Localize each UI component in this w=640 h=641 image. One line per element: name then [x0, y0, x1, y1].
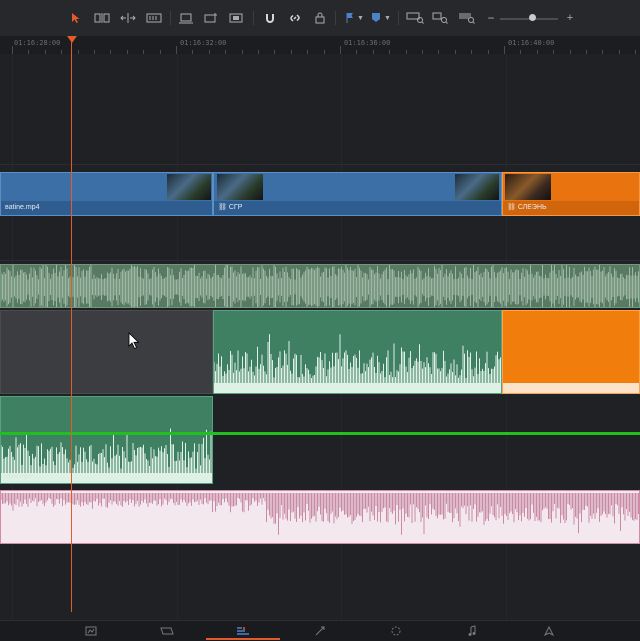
linked-selection-icon[interactable] [287, 10, 303, 26]
snapping-magnet-icon[interactable] [262, 10, 278, 26]
audio-clip[interactable] [213, 310, 502, 394]
position-lock-icon[interactable] [312, 10, 328, 26]
waveform-base [503, 383, 639, 393]
blade-icon[interactable] [146, 10, 162, 26]
track-divider [0, 260, 640, 261]
clip-thumbnail [167, 174, 211, 200]
zoom-custom-icon[interactable] [458, 10, 476, 26]
clip-thumbnail [505, 174, 551, 200]
ruler-timecode: 01:16:40:00 [508, 39, 555, 47]
track-divider [0, 164, 640, 165]
video-clip[interactable]: ⛓ СЛЕЭНЬ [502, 172, 640, 216]
zoom-slider-thumb[interactable] [529, 14, 536, 21]
overwrite-clip-icon[interactable] [203, 10, 219, 26]
timeline-tracks[interactable]: вatine.mp4 ⛓ СГР ⛓ СЛЕЭНЬ аtline.mp4 [0, 54, 640, 620]
video-clip-label: СГР [228, 204, 243, 211]
audio-clip[interactable] [502, 310, 640, 394]
video-clip-label-row: ⛓ СГР [214, 201, 501, 215]
toolbar-separator [398, 11, 399, 25]
waveform-base [1, 473, 212, 483]
toolbar-separator [170, 11, 171, 25]
video-clip[interactable]: вatine.mp4 [0, 172, 213, 216]
audio-waveform [1, 493, 639, 535]
flag-icon[interactable] [342, 10, 358, 26]
audio-waveform [1, 265, 639, 307]
ruler-tick [504, 46, 505, 54]
audio-clip[interactable] [0, 490, 640, 544]
audio-waveform [214, 334, 501, 393]
waveform-path [1, 265, 639, 307]
timecode-ruler[interactable]: 01:16:28:00 01:16:32:00 01:16:36:00 01:1… [0, 36, 640, 55]
audio-clip-label: аtline.mp4 [4, 474, 32, 480]
dynamic-trim-icon[interactable] [120, 10, 136, 26]
ruler-tick [12, 46, 13, 54]
marker-icon[interactable] [368, 10, 384, 26]
insert-clip-icon[interactable] [178, 10, 194, 26]
page-navigation-bar [0, 620, 640, 641]
ruler-timecode: 01:16:28:00 [14, 39, 61, 47]
video-clip-label: вatine.mp4 [1, 201, 212, 215]
video-clip[interactable]: ⛓ СГР [213, 172, 502, 216]
link-icon: ⛓ [218, 204, 229, 211]
zoom-in-button[interactable]: + [562, 10, 578, 26]
video-clip-label-row: ⛓ СЛЕЭНЬ [503, 201, 639, 215]
deliver-page-icon[interactable] [542, 624, 556, 638]
audio-clip[interactable] [0, 264, 640, 308]
media-page-icon[interactable] [84, 624, 98, 638]
toolbar-separator [253, 11, 254, 25]
playhead-handle[interactable] [67, 36, 77, 43]
playhead-line[interactable] [71, 36, 72, 612]
waveform-base [214, 383, 501, 393]
audio-clip[interactable]: аtline.mp4 [0, 396, 213, 484]
ruler-tick [176, 46, 177, 54]
toolbar-separator [335, 11, 336, 25]
marker-dropdown-chevron-icon[interactable]: ▼ [384, 15, 391, 22]
edit-page-icon[interactable] [236, 624, 250, 638]
audio-waveform [503, 383, 639, 393]
clip-thumbnail [455, 174, 499, 200]
timeline-toolbar: ▼ ▼ − + [0, 0, 640, 36]
clip-thumbnail [217, 174, 263, 200]
flag-dropdown-chevron-icon[interactable]: ▼ [357, 15, 364, 22]
replace-clip-icon[interactable] [228, 10, 244, 26]
link-icon: ⛓ [507, 204, 518, 211]
video-clip-label: СЛЕЭНЬ [517, 204, 547, 211]
zoom-detail-icon[interactable] [432, 10, 450, 26]
fusion-page-icon[interactable] [313, 624, 327, 638]
audio-waveform [1, 428, 212, 483]
cut-page-icon[interactable] [160, 624, 174, 638]
track-boundary-line [0, 432, 640, 435]
zoom-full-icon[interactable] [406, 10, 424, 26]
trim-edit-icon[interactable] [94, 10, 110, 26]
color-page-icon[interactable] [389, 624, 403, 638]
ruler-timecode: 01:16:32:00 [180, 39, 227, 47]
selection-arrow-icon[interactable] [68, 10, 84, 26]
audio-clip-muted[interactable] [0, 310, 213, 394]
waveform-path [1, 493, 639, 535]
fairlight-page-icon[interactable] [465, 624, 479, 638]
zoom-out-button[interactable]: − [483, 10, 499, 26]
mouse-pointer-icon [128, 332, 140, 355]
ruler-timecode: 01:16:36:00 [344, 39, 391, 47]
ruler-tick [340, 46, 341, 54]
